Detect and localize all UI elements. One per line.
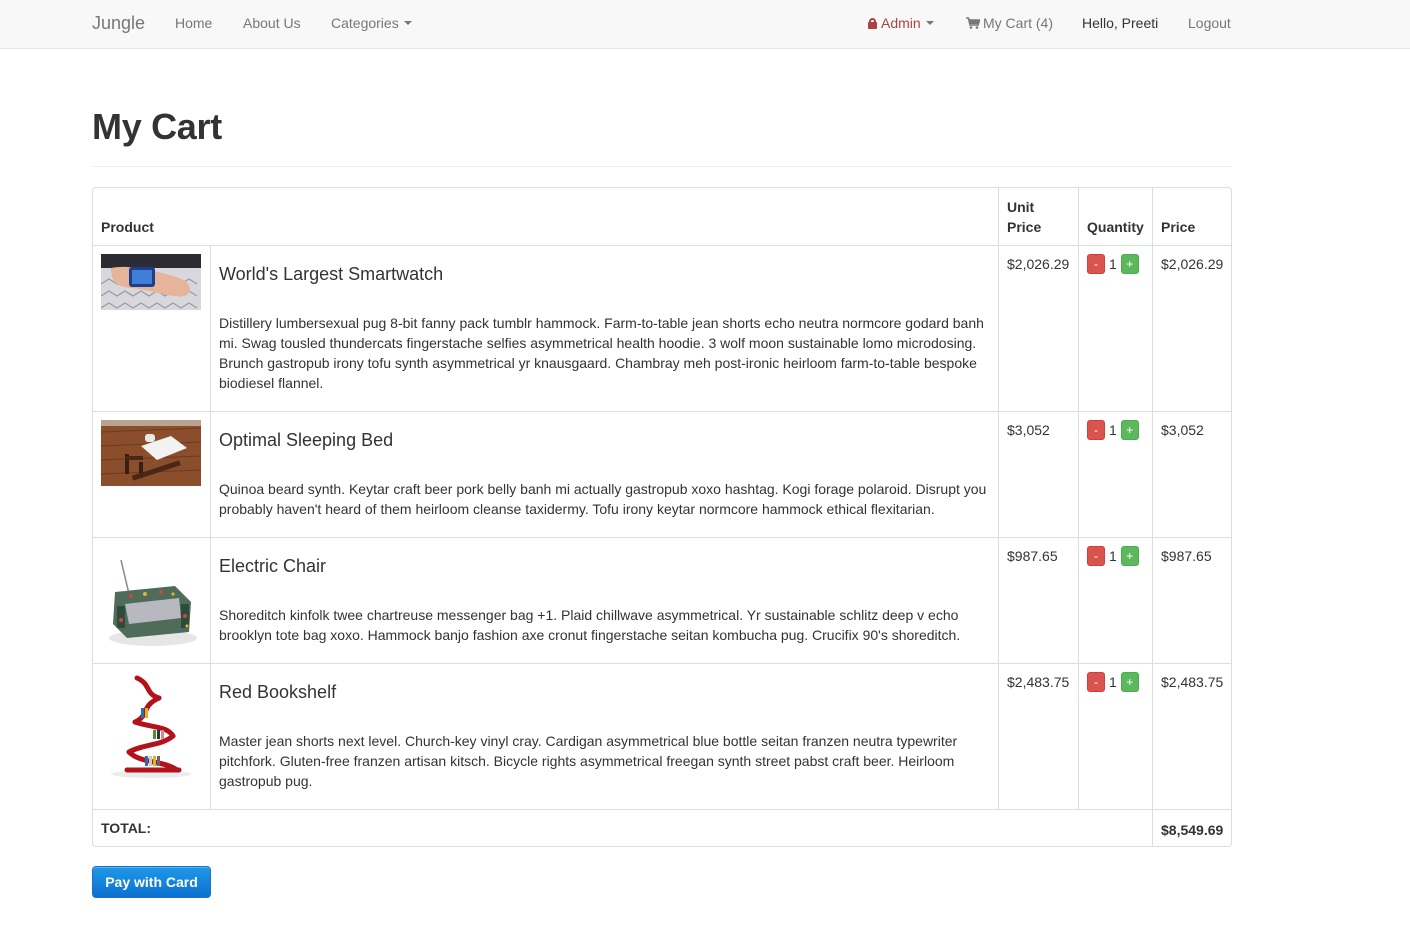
- product-description: Shoreditch kinfolk twee chartreuse messe…: [219, 607, 961, 643]
- brand-link[interactable]: Jungle: [92, 13, 145, 34]
- quantity-value: 1: [1109, 674, 1117, 690]
- unit-price: $2,026.29: [1007, 256, 1070, 272]
- increase-quantity-button[interactable]: +: [1120, 672, 1139, 692]
- caret-down-icon: [925, 21, 934, 26]
- nav-logout[interactable]: Logout: [1188, 15, 1231, 31]
- unit-price: $3,052: [1007, 422, 1050, 438]
- total-label: TOTAL:: [101, 820, 152, 836]
- line-price: $2,026.29: [1161, 256, 1224, 272]
- nav-home[interactable]: Home: [175, 15, 212, 31]
- product-name[interactable]: Optimal Sleeping Bed: [219, 430, 990, 450]
- title-divider: [92, 166, 1232, 167]
- product-image-red-bookshelf: [101, 672, 201, 780]
- quantity-value: 1: [1109, 256, 1117, 272]
- product-image-electric-chair: [101, 546, 201, 654]
- line-price: $987.65: [1161, 548, 1212, 564]
- caret-down-icon: [403, 21, 412, 26]
- unit-price: $2,483.75: [1007, 674, 1070, 690]
- increase-quantity-button[interactable]: +: [1120, 420, 1139, 440]
- shopping-cart-icon: [966, 17, 980, 29]
- unit-price: $987.65: [1007, 548, 1058, 564]
- table-row: World's Largest Smartwatch Distillery lu…: [93, 245, 1231, 411]
- table-row: Electric Chair Shoreditch kinfolk twee c…: [93, 537, 1231, 663]
- decrease-quantity-button[interactable]: -: [1087, 546, 1105, 566]
- quantity-value: 1: [1109, 548, 1117, 564]
- header-product: Product: [101, 219, 154, 235]
- nav-admin-dropdown[interactable]: Admin: [868, 15, 934, 31]
- line-price: $2,483.75: [1161, 674, 1224, 690]
- product-image-sleeping-bed: [101, 420, 201, 486]
- decrease-quantity-button[interactable]: -: [1087, 254, 1105, 274]
- product-name[interactable]: Red Bookshelf: [219, 682, 990, 702]
- quantity-value: 1: [1109, 422, 1117, 438]
- page-title: My Cart: [92, 106, 222, 147]
- navbar: Jungle Home About Us Categories Admin My…: [0, 0, 1410, 49]
- increase-quantity-button[interactable]: +: [1120, 254, 1139, 274]
- decrease-quantity-button[interactable]: -: [1087, 420, 1105, 440]
- nav-categories-dropdown[interactable]: Categories: [331, 15, 412, 31]
- table-row: Optimal Sleeping Bed Quinoa beard synth.…: [93, 411, 1231, 537]
- pay-with-card-button[interactable]: Pay with Card: [92, 866, 211, 898]
- table-row: Red Bookshelf Master jean shorts next le…: [93, 663, 1231, 809]
- table-header-row: Product Unit Price Quantity Price: [93, 188, 1231, 245]
- table-total-row: TOTAL: $8,549.69: [93, 809, 1231, 846]
- lock-icon: [868, 18, 877, 29]
- total-value: $8,549.69: [1161, 822, 1224, 838]
- product-description: Master jean shorts next level. Church-ke…: [219, 733, 958, 789]
- nav-my-cart-label: My Cart (4): [983, 15, 1053, 31]
- product-name[interactable]: World's Largest Smartwatch: [219, 264, 990, 284]
- nav-about-us[interactable]: About Us: [243, 15, 301, 31]
- header-unit-price: Unit Price: [1007, 199, 1042, 235]
- nav-admin-label: Admin: [881, 15, 921, 31]
- line-price: $3,052: [1161, 422, 1204, 438]
- cart-table: Product Unit Price Quantity Price World'…: [92, 187, 1232, 847]
- decrease-quantity-button[interactable]: -: [1087, 672, 1105, 692]
- user-greeting: Hello, Preeti: [1082, 15, 1159, 31]
- nav-my-cart[interactable]: My Cart (4): [966, 15, 1053, 31]
- increase-quantity-button[interactable]: +: [1120, 546, 1139, 566]
- product-image-smartwatch: [101, 254, 201, 310]
- product-name[interactable]: Electric Chair: [219, 556, 990, 576]
- product-description: Quinoa beard synth. Keytar craft beer po…: [219, 481, 987, 517]
- header-quantity: Quantity: [1087, 219, 1144, 235]
- product-description: Distillery lumbersexual pug 8-bit fanny …: [219, 315, 984, 391]
- nav-categories-label: Categories: [331, 15, 399, 31]
- header-price: Price: [1161, 219, 1196, 235]
